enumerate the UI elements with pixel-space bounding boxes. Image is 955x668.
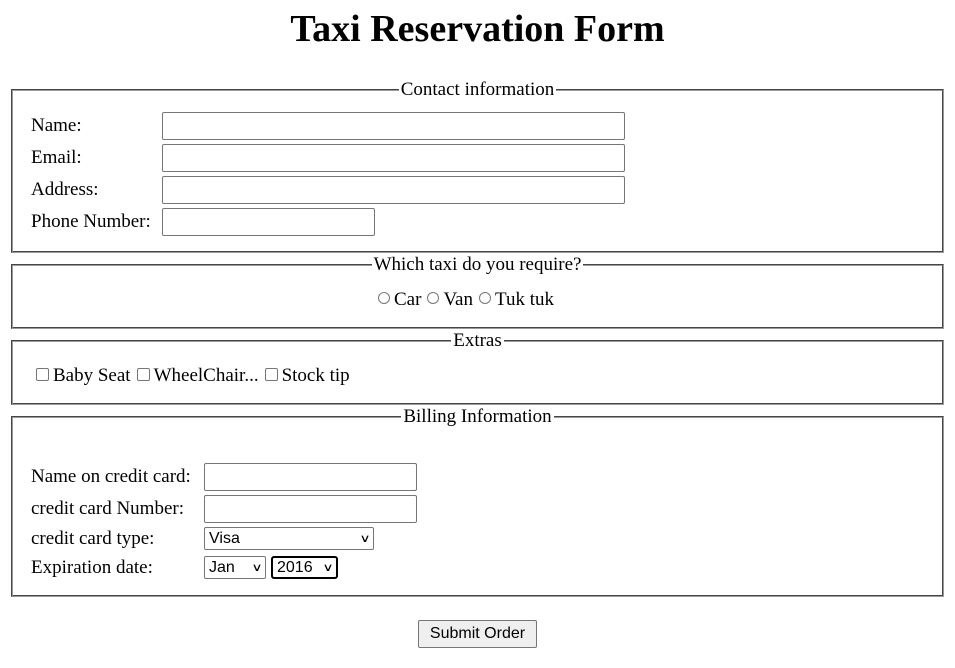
card-type-label: credit card type: — [31, 527, 155, 549]
chevron-down-icon: ∨ — [322, 562, 334, 574]
card-number-row: credit card Number: — [31, 495, 417, 523]
card-name-label: Name on credit card: — [31, 466, 191, 487]
email-label: Email: — [31, 147, 82, 168]
name-row: Name: — [31, 112, 625, 140]
submit-order-button[interactable]: Submit Order — [418, 620, 537, 648]
address-input[interactable] — [162, 176, 625, 204]
taxi-option-car[interactable]: Car — [378, 289, 421, 311]
expiration-label: Expiration date: — [31, 556, 153, 578]
address-row: Address: — [31, 176, 625, 204]
stock-tip-checkbox[interactable] — [264, 367, 278, 381]
van-label: Van — [443, 289, 473, 310]
wheelchair-label: WheelChair... — [153, 365, 259, 386]
contact-legend: Contact information — [400, 79, 555, 100]
exp-year-select[interactable]: 2016 ∨ — [271, 556, 338, 579]
extras-legend: Extras — [453, 330, 502, 351]
extra-option-stock-tip[interactable]: Stock tip — [264, 365, 350, 387]
address-label: Address: — [31, 179, 99, 200]
email-input[interactable] — [162, 144, 625, 172]
card-type-value: Visa — [209, 529, 240, 547]
expiration-row: Expiration date: Jan ∨ 2016 ∨ — [31, 556, 338, 579]
card-name-input[interactable] — [204, 463, 417, 491]
card-number-input[interactable] — [204, 495, 417, 523]
exp-year-value: 2016 — [277, 558, 313, 576]
phone-row: Phone Number: — [31, 208, 375, 236]
exp-month-value: Jan — [209, 558, 235, 576]
taxi-legend: Which taxi do you require? — [373, 254, 582, 275]
wheelchair-checkbox[interactable] — [136, 367, 150, 381]
card-type-select[interactable]: Visa ∨ — [204, 527, 374, 550]
van-radio[interactable] — [427, 292, 440, 304]
card-type-row: credit card type: Visa ∨ — [31, 527, 374, 550]
car-label: Car — [394, 289, 422, 310]
name-label: Name: — [31, 115, 82, 136]
extra-option-wheelchair[interactable]: WheelChair... — [136, 365, 259, 387]
taxi-options: Car Van Tuk tuk — [378, 289, 560, 311]
taxi-option-tuktuk[interactable]: Tuk tuk — [479, 289, 554, 311]
billing-legend: Billing Information — [403, 406, 552, 427]
extras-options: Baby Seat WheelChair... Stock tip — [36, 365, 356, 387]
page-title: Taxi Reservation Form — [290, 8, 665, 50]
baby-seat-checkbox[interactable] — [36, 367, 49, 381]
car-radio[interactable] — [378, 292, 390, 304]
exp-month-select[interactable]: Jan ∨ — [204, 556, 266, 579]
phone-input[interactable] — [162, 208, 375, 236]
card-number-label: credit card Number: — [31, 498, 184, 519]
chevron-down-icon: ∨ — [359, 533, 371, 545]
name-input[interactable] — [162, 112, 625, 140]
stock-tip-label: Stock tip — [281, 365, 350, 386]
tuktuk-radio[interactable] — [479, 292, 491, 304]
taxi-option-van[interactable]: Van — [427, 289, 473, 311]
chevron-down-icon: ∨ — [251, 562, 263, 574]
baby-seat-label: Baby Seat — [53, 365, 131, 386]
phone-label: Phone Number: — [31, 211, 151, 232]
tuktuk-label: Tuk tuk — [495, 289, 554, 310]
extra-option-baby-seat[interactable]: Baby Seat — [36, 365, 131, 387]
email-row: Email: — [31, 144, 625, 172]
card-name-row: Name on credit card: — [31, 463, 417, 491]
